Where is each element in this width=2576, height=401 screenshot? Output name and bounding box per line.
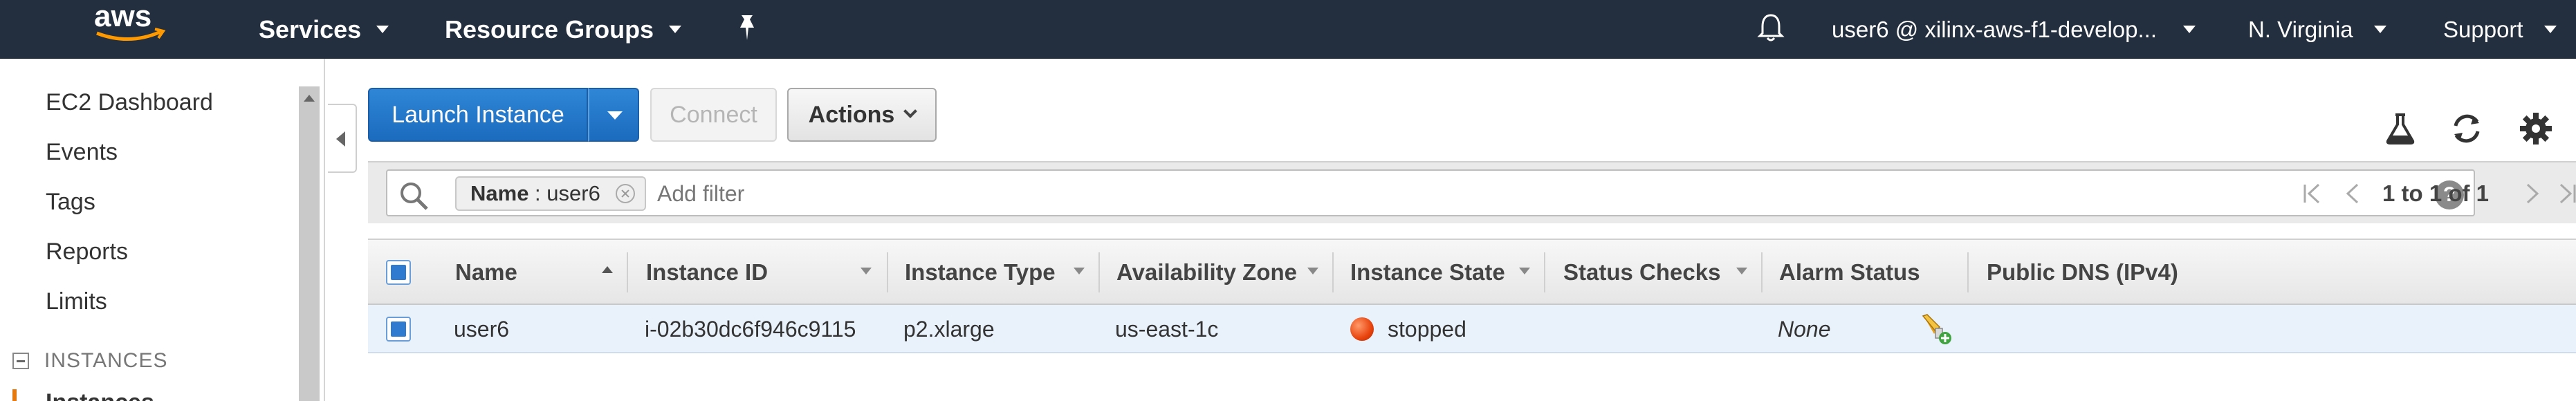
- sidebar-item-ec2-dashboard[interactable]: EC2 Dashboard: [46, 89, 213, 116]
- launch-instance-button[interactable]: Launch Instance: [368, 88, 588, 142]
- scroll-up-icon[interactable]: [304, 95, 315, 102]
- table-row[interactable]: user6 i-02b30dc6f946c9115 p2.xlarge us-e…: [368, 305, 2576, 353]
- pin-icon[interactable]: [737, 14, 757, 41]
- cell-name: user6: [454, 316, 510, 342]
- support-menu[interactable]: Support: [2443, 0, 2557, 59]
- sidebar-item-instances[interactable]: Instances: [46, 389, 154, 401]
- chevron-down-icon: [2543, 26, 2557, 33]
- aws-logo-text: aws: [94, 0, 151, 33]
- bell-icon[interactable]: [1757, 12, 1785, 43]
- support-label: Support: [2443, 16, 2523, 42]
- top-nav-bar: aws Services Resource Groups user6 @ xil…: [0, 0, 2576, 59]
- cell-instance-state: stopped: [1350, 305, 1466, 353]
- column-header-instance-id[interactable]: Instance ID: [646, 240, 768, 305]
- column-header-name[interactable]: Name: [455, 240, 517, 305]
- connect-button: Connect: [650, 88, 777, 142]
- pagination-text: 1 to 1 of 1: [2382, 180, 2490, 206]
- column-header-availability-zone[interactable]: Availability Zone: [1116, 240, 1297, 305]
- filter-token-value: user6: [546, 181, 600, 205]
- filter-box[interactable]: Name : user6 ?: [386, 169, 2475, 216]
- sidebar-collapse-toggle[interactable]: [328, 104, 357, 173]
- remove-filter-icon[interactable]: [615, 184, 635, 203]
- launch-instance-dropdown-button[interactable]: [588, 88, 639, 142]
- column-header-instance-state[interactable]: Instance State: [1350, 240, 1505, 305]
- sidebar-item-events[interactable]: Events: [46, 139, 118, 166]
- sidebar-active-indicator: [12, 389, 17, 401]
- sort-icon: [1519, 268, 1530, 274]
- resource-groups-label: Resource Groups: [445, 15, 654, 44]
- region-menu[interactable]: N. Virginia: [2248, 0, 2386, 59]
- column-divider[interactable]: [1332, 252, 1334, 292]
- column-divider[interactable]: [627, 252, 628, 292]
- chevron-down-icon: [669, 26, 682, 33]
- column-divider[interactable]: [887, 252, 888, 292]
- select-all-checkbox[interactable]: [386, 260, 411, 285]
- table-header: Name Instance ID Instance Type Availabil…: [368, 239, 2576, 305]
- search-icon: [401, 183, 428, 210]
- column-divider[interactable]: [1967, 252, 1969, 292]
- instance-state-label: stopped: [1388, 316, 1466, 342]
- filter-token[interactable]: Name : user6: [455, 176, 646, 211]
- sidebar-section-instances[interactable]: INSTANCES: [12, 349, 167, 373]
- column-header-instance-type[interactable]: Instance Type: [905, 240, 1056, 305]
- resource-groups-menu[interactable]: Resource Groups: [445, 0, 682, 59]
- flask-icon[interactable]: [2382, 111, 2418, 147]
- cell-instance-type: p2.xlarge: [903, 316, 995, 342]
- sort-icon: [1307, 268, 1318, 274]
- filter-token-key: Name: [470, 181, 529, 205]
- column-divider[interactable]: [1544, 252, 1545, 292]
- services-label: Services: [259, 15, 362, 44]
- sidebar-section-label: INSTANCES: [44, 349, 168, 372]
- chevron-down-icon: [2373, 26, 2386, 33]
- stopped-status-icon: [1350, 317, 1374, 341]
- collapse-icon: [12, 353, 29, 369]
- sidebar: EC2 Dashboard Events Tags Reports Limits…: [0, 59, 325, 401]
- services-menu[interactable]: Services: [259, 0, 389, 59]
- first-page-icon[interactable]: [2301, 182, 2324, 205]
- filter-bar: Name : user6 ? 1 to 1 of 1: [368, 161, 2576, 223]
- row-checkbox[interactable]: [386, 317, 411, 342]
- sort-icon: [861, 268, 872, 274]
- cell-alarm-status: None: [1778, 316, 1831, 342]
- add-filter-input[interactable]: [657, 176, 2179, 211]
- chevron-down-icon: [903, 104, 918, 118]
- next-page-icon[interactable]: [2521, 182, 2544, 205]
- account-menu[interactable]: user6 @ xilinx-aws-f1-develop...: [1832, 0, 2196, 59]
- refresh-icon[interactable]: [2449, 111, 2485, 147]
- last-page-icon[interactable]: [2555, 182, 2576, 205]
- account-label: user6 @ xilinx-aws-f1-develop...: [1832, 16, 2158, 42]
- sidebar-item-limits[interactable]: Limits: [46, 288, 107, 315]
- sort-icon: [1736, 268, 1747, 274]
- column-header-status-checks[interactable]: Status Checks: [1563, 240, 1720, 305]
- previous-page-icon[interactable]: [2341, 182, 2364, 205]
- column-divider[interactable]: [1098, 252, 1100, 292]
- actions-label: Actions: [808, 101, 895, 128]
- sidebar-item-tags[interactable]: Tags: [46, 189, 95, 216]
- cell-availability-zone: us-east-1c: [1115, 316, 1219, 342]
- column-header-alarm-status[interactable]: Alarm Status: [1779, 240, 1920, 305]
- actions-button[interactable]: Actions: [787, 88, 937, 142]
- cell-instance-id: i-02b30dc6f946c9115: [645, 316, 856, 342]
- gear-icon[interactable]: [2518, 111, 2554, 147]
- chevron-left-icon: [336, 131, 345, 147]
- sidebar-item-reports[interactable]: Reports: [46, 239, 128, 265]
- create-alarm-icon[interactable]: [1920, 313, 1953, 346]
- column-header-public-dns[interactable]: Public DNS (IPv4): [1987, 240, 2178, 305]
- filter-token-separator: :: [528, 181, 547, 205]
- column-divider[interactable]: [1761, 252, 1763, 292]
- aws-logo-icon[interactable]: aws: [91, 0, 167, 41]
- chevron-down-icon: [376, 26, 389, 33]
- sort-icon: [1074, 268, 1085, 274]
- region-label: N. Virginia: [2248, 16, 2353, 42]
- chevron-down-icon: [2183, 26, 2196, 33]
- sort-ascending-icon: [602, 266, 613, 273]
- sidebar-scrollbar[interactable]: [299, 86, 320, 401]
